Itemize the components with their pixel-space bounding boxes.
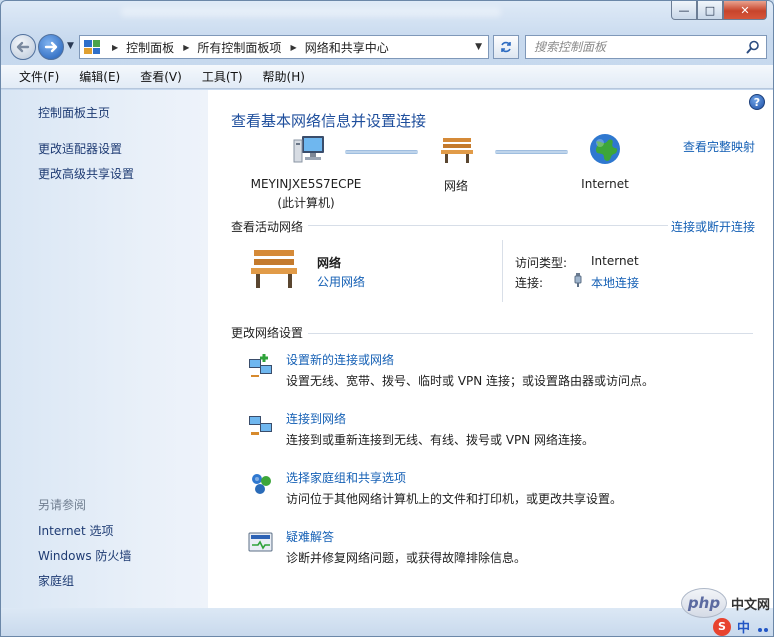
homegroup-sharing-link[interactable]: 选择家庭组和共享选项 bbox=[286, 469, 406, 486]
troubleshoot-icon bbox=[248, 532, 273, 552]
breadcrumb-chevron-icon[interactable]: ▶ bbox=[178, 43, 189, 52]
window: — □ ✕ ▼ ▶ 控制面板 ▶ 所有控制面板项 ▶ 网络和共享中心 ▼ 搜索控… bbox=[0, 0, 774, 637]
menu-bar: 文件(F) 编辑(E) 查看(V) 工具(T) 帮助(H) bbox=[1, 65, 773, 89]
task-setup-connection: 设置新的连接或网络 设置无线、宽带、拨号、临时或 VPN 连接；或设置路由器或访… bbox=[248, 351, 768, 391]
menu-edit[interactable]: 编辑(E) bbox=[69, 68, 130, 85]
recent-pages-chevron-icon[interactable]: ▼ bbox=[67, 41, 74, 51]
connect-network-icon bbox=[249, 416, 272, 435]
section-divider bbox=[308, 333, 753, 334]
connect-disconnect-link[interactable]: 连接或断开连接 bbox=[671, 218, 755, 235]
sidebar-link-control-panel-home[interactable]: 控制面板主页 bbox=[38, 104, 110, 121]
new-connection-icon bbox=[249, 354, 272, 377]
watermark-text: 中文网 bbox=[730, 597, 770, 613]
control-panel-icon bbox=[84, 40, 100, 54]
setup-connection-desc: 设置无线、宽带、拨号、临时或 VPN 连接；或设置路由器或访问点。 bbox=[286, 374, 655, 388]
bench-network-icon[interactable] bbox=[439, 136, 475, 164]
title-bar-glare bbox=[121, 7, 501, 17]
sogou-ime-icon[interactable]: S bbox=[712, 617, 731, 636]
menu-file[interactable]: 文件(F) bbox=[9, 68, 69, 85]
internet-node-label: Internet bbox=[581, 177, 629, 191]
troubleshoot-link[interactable]: 疑难解答 bbox=[286, 528, 334, 545]
minimize-button[interactable]: — bbox=[671, 1, 697, 20]
main-pane: ? 查看基本网络信息并设置连接 MEYINJXE5S7ECPE (此计算机) 网… bbox=[208, 90, 773, 608]
menu-help[interactable]: 帮助(H) bbox=[253, 68, 315, 85]
task-troubleshoot: 疑难解答 诊断并修复网络问题，或获得故障排除信息。 bbox=[248, 528, 768, 568]
connection-line bbox=[345, 150, 418, 154]
ethernet-plug-icon bbox=[574, 273, 582, 287]
network-node-label: 网络 bbox=[443, 179, 468, 193]
sidebar-link-change-adapter[interactable]: 更改适配器设置 bbox=[38, 140, 122, 157]
ime-language-indicator[interactable]: 中 bbox=[737, 617, 750, 636]
window-bottom-frame bbox=[1, 608, 773, 636]
section-divider bbox=[308, 225, 668, 226]
computer-name-label: MEYINJXE5S7ECPE bbox=[250, 177, 362, 191]
homegroup-sharing-desc: 访问位于其他网络计算机上的文件和打印机，或更改共享设置。 bbox=[286, 492, 623, 506]
sidebar-link-firewall[interactable]: Windows 防火墙 bbox=[38, 547, 131, 564]
search-input[interactable] bbox=[534, 40, 734, 54]
menu-view[interactable]: 查看(V) bbox=[130, 68, 192, 85]
task-homegroup-sharing: 选择家庭组和共享选项 访问位于其他网络计算机上的文件和打印机，或更改共享设置。 bbox=[248, 469, 768, 509]
task-pane: 控制面板主页 更改适配器设置 更改高级共享设置 另请参阅 Internet 选项… bbox=[1, 90, 208, 608]
forward-arrow-icon bbox=[44, 41, 58, 53]
breadcrumb-item-control-panel[interactable]: 控制面板 bbox=[126, 39, 174, 56]
access-type-value: Internet bbox=[591, 254, 639, 268]
active-network-name: 网络 bbox=[317, 256, 342, 270]
connection-line bbox=[495, 150, 568, 154]
maximize-button[interactable]: □ bbox=[697, 1, 723, 20]
local-connection-link[interactable]: 本地连接 bbox=[591, 274, 639, 291]
ime-punctuation-icon[interactable] bbox=[756, 620, 770, 634]
network-map: MEYINJXE5S7ECPE (此计算机) 网络 Internet 查看完整映… bbox=[208, 130, 773, 210]
view-full-map-link[interactable]: 查看完整映射 bbox=[683, 138, 755, 155]
back-button[interactable] bbox=[10, 34, 36, 60]
network-type-link[interactable]: 公用网络 bbox=[317, 273, 365, 290]
troubleshoot-desc: 诊断并修复网络问题，或获得故障排除信息。 bbox=[286, 551, 527, 565]
computer-sub-label: (此计算机) bbox=[277, 196, 335, 210]
bench-network-icon bbox=[251, 250, 297, 288]
connections-label: 连接: bbox=[515, 276, 544, 290]
refresh-icon bbox=[501, 41, 511, 53]
php-logo-icon: php bbox=[680, 588, 727, 618]
sidebar-link-homegroup[interactable]: 家庭组 bbox=[38, 572, 74, 589]
address-bar[interactable]: ▶ 控制面板 ▶ 所有控制面板项 ▶ 网络和共享中心 ▼ bbox=[79, 35, 489, 59]
active-network-panel: 网络 公用网络 访问类型: Internet 连接: 本地连接 bbox=[248, 240, 768, 310]
page-title: 查看基本网络信息并设置连接 bbox=[231, 112, 427, 130]
access-type-label: 访问类型: bbox=[515, 256, 568, 270]
search-box bbox=[525, 35, 767, 59]
content-area: 控制面板主页 更改适配器设置 更改高级共享设置 另请参阅 Internet 选项… bbox=[1, 90, 773, 608]
close-button[interactable]: ✕ bbox=[723, 1, 767, 20]
sidebar-link-internet-options[interactable]: Internet 选项 bbox=[38, 522, 113, 539]
breadcrumb-chevron-icon[interactable]: ▶ bbox=[285, 43, 297, 52]
computer-icon[interactable] bbox=[292, 134, 328, 166]
back-arrow-icon bbox=[16, 41, 30, 53]
homegroup-icon bbox=[252, 474, 271, 494]
ime-toolbar: S 中 bbox=[712, 617, 770, 636]
globe-icon[interactable] bbox=[588, 132, 622, 166]
sidebar-link-advanced-sharing[interactable]: 更改高级共享设置 bbox=[38, 165, 134, 182]
menu-tools[interactable]: 工具(T) bbox=[192, 68, 253, 85]
breadcrumb: 控制面板 ▶ 所有控制面板项 ▶ 网络和共享中心 bbox=[126, 39, 389, 56]
address-dropdown-icon[interactable]: ▼ bbox=[475, 42, 482, 52]
connect-network-link[interactable]: 连接到网络 bbox=[286, 410, 346, 427]
watermark: php 中文网 bbox=[680, 588, 770, 618]
vertical-divider bbox=[502, 240, 503, 302]
task-connect-to-network: 连接到网络 连接到或重新连接到无线、有线、拨号或 VPN 网络连接。 bbox=[248, 410, 768, 450]
breadcrumb-item-all-items[interactable]: 所有控制面板项 bbox=[197, 39, 281, 56]
window-controls: — □ ✕ bbox=[671, 1, 767, 20]
connect-network-desc: 连接到或重新连接到无线、有线、拨号或 VPN 网络连接。 bbox=[286, 433, 595, 447]
change-settings-heading: 更改网络设置 bbox=[231, 326, 304, 340]
see-also-heading: 另请参阅 bbox=[38, 498, 87, 512]
help-icon[interactable]: ? bbox=[749, 94, 765, 110]
active-networks-heading: 查看活动网络 bbox=[231, 220, 304, 234]
address-row: ▼ ▶ 控制面板 ▶ 所有控制面板项 ▶ 网络和共享中心 ▼ bbox=[1, 31, 773, 63]
forward-button[interactable] bbox=[38, 34, 64, 60]
title-bar: — □ ✕ bbox=[1, 1, 773, 29]
refresh-button[interactable] bbox=[493, 35, 519, 59]
breadcrumb-root-chevron-icon[interactable]: ▶ bbox=[108, 43, 126, 52]
setup-connection-link[interactable]: 设置新的连接或网络 bbox=[286, 351, 394, 368]
breadcrumb-item-network-center[interactable]: 网络和共享中心 bbox=[305, 39, 389, 56]
search-icon[interactable] bbox=[746, 40, 760, 54]
